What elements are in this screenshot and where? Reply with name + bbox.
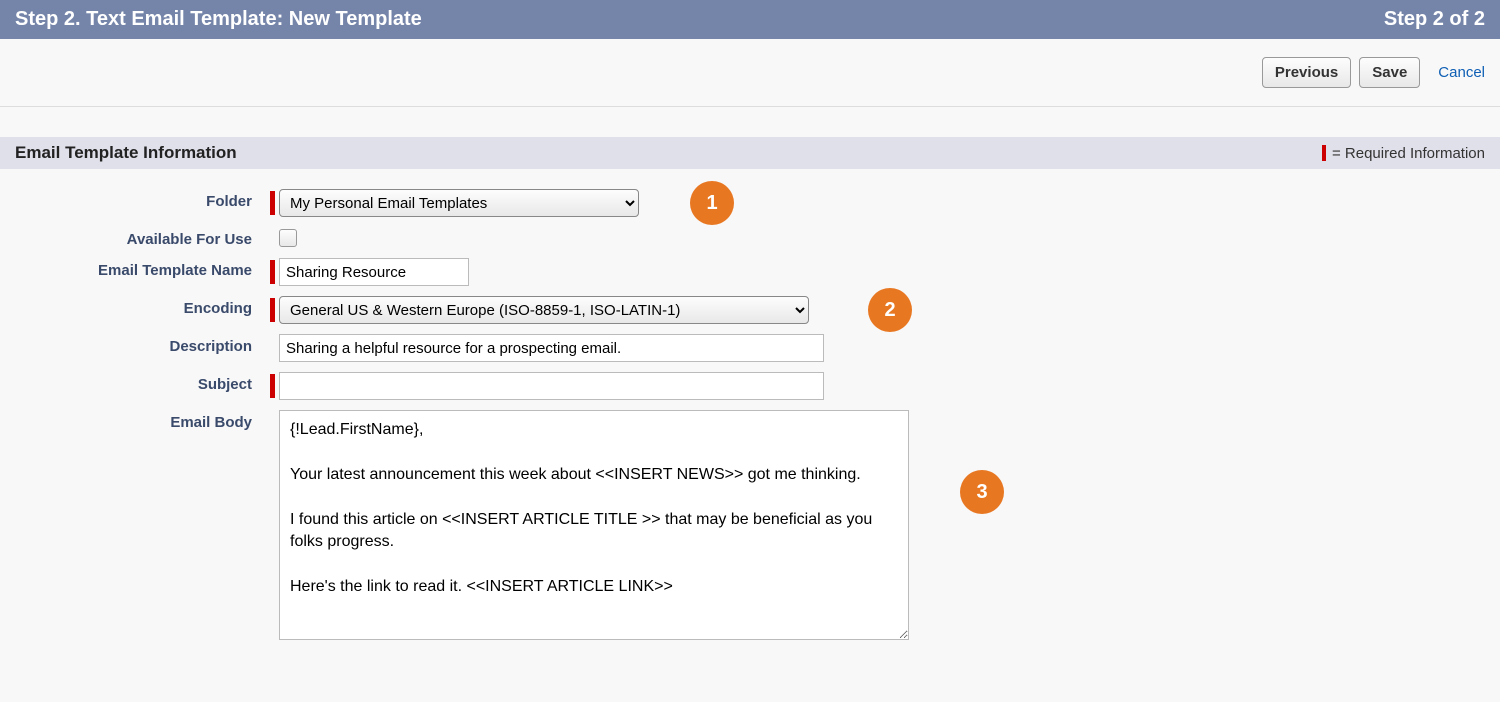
required-bar-icon <box>1322 145 1326 161</box>
wizard-header: Step 2. Text Email Template: New Templat… <box>0 0 1500 39</box>
form-area: Folder My Personal Email Templates 1 Ava… <box>0 169 1500 670</box>
available-row: Available For Use <box>0 227 1500 248</box>
section-title: Email Template Information <box>15 143 237 163</box>
callout-badge-2: 2 <box>868 288 912 332</box>
save-button[interactable]: Save <box>1359 57 1420 88</box>
action-button-row: Previous Save Cancel <box>0 39 1500 107</box>
previous-button[interactable]: Previous <box>1262 57 1351 88</box>
description-row: Description <box>0 334 1500 362</box>
required-legend: = Required Information <box>1322 145 1485 162</box>
callout-badge-1: 1 <box>690 181 734 225</box>
required-marker-icon <box>270 260 275 284</box>
email-body-textarea[interactable] <box>279 410 909 640</box>
folder-row: Folder My Personal Email Templates 1 <box>0 189 1500 217</box>
email-body-row: Email Body 3 <box>0 410 1500 640</box>
available-checkbox[interactable] <box>279 229 297 247</box>
subject-label: Subject <box>0 372 270 393</box>
template-name-input[interactable] <box>279 258 469 286</box>
description-input[interactable] <box>279 334 824 362</box>
required-marker-icon <box>270 298 275 322</box>
callout-badge-3: 3 <box>960 470 1004 514</box>
template-name-label: Email Template Name <box>0 258 270 279</box>
required-marker-icon <box>270 374 275 398</box>
cancel-link[interactable]: Cancel <box>1438 64 1485 81</box>
folder-select[interactable]: My Personal Email Templates <box>279 189 639 217</box>
wizard-step-indicator: Step 2 of 2 <box>1384 8 1485 31</box>
required-marker-icon <box>270 191 275 215</box>
available-label: Available For Use <box>0 227 270 248</box>
subject-input[interactable] <box>279 372 824 400</box>
required-legend-text: = Required Information <box>1332 145 1485 162</box>
email-body-label: Email Body <box>0 410 270 431</box>
template-name-row: Email Template Name <box>0 258 1500 286</box>
encoding-label: Encoding <box>0 296 270 317</box>
description-label: Description <box>0 334 270 355</box>
wizard-title: Step 2. Text Email Template: New Templat… <box>15 8 422 31</box>
section-header: Email Template Information = Required In… <box>0 137 1500 169</box>
folder-label: Folder <box>0 189 270 210</box>
subject-row: Subject <box>0 372 1500 400</box>
encoding-row: Encoding General US & Western Europe (IS… <box>0 296 1500 324</box>
encoding-select[interactable]: General US & Western Europe (ISO-8859-1,… <box>279 296 809 324</box>
